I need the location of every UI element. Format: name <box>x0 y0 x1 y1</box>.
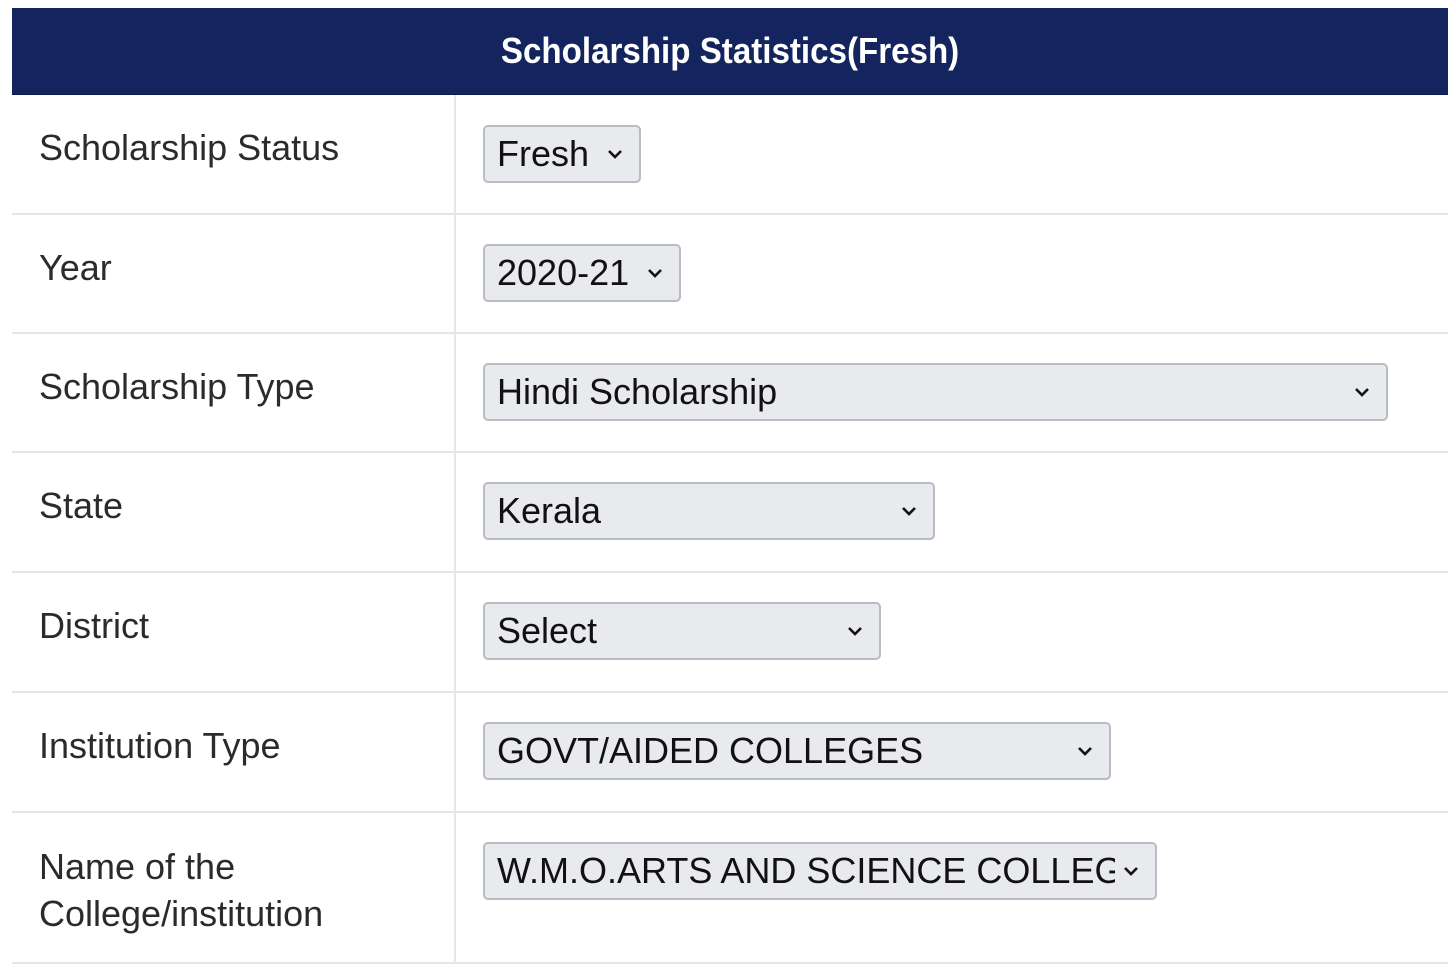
chevron-down-icon <box>1075 744 1095 758</box>
field-label: State <box>12 453 456 571</box>
form-row-district: District Select <box>12 573 1448 693</box>
field-label: Institution Type <box>12 693 456 811</box>
scholarship-statistics-form: Scholarship Statistics(Fresh) Scholarshi… <box>12 8 1448 966</box>
scholarship-status-select[interactable]: Fresh <box>483 125 641 183</box>
form-row-scholarship-status: Scholarship Status Fresh <box>12 95 1448 215</box>
scholarship-type-select[interactable]: Hindi Scholarship <box>483 363 1388 421</box>
institution-type-select[interactable]: GOVT/AIDED COLLEGES <box>483 722 1111 780</box>
select-value: W.M.O.ARTS AND SCIENCE COLLEGE <box>497 850 1115 891</box>
select-value: GOVT/AIDED COLLEGES <box>497 730 924 771</box>
district-select[interactable]: Select <box>483 602 881 660</box>
chevron-down-icon <box>845 624 865 638</box>
select-value: Hindi Scholarship <box>497 371 778 412</box>
form-row-state: State Kerala <box>12 453 1448 573</box>
select-value: Select <box>497 610 598 651</box>
field-label: Scholarship Type <box>12 334 456 451</box>
field-label: Year <box>12 215 456 332</box>
college-name-select[interactable]: W.M.O.ARTS AND SCIENCE COLLEGE <box>483 842 1157 900</box>
chevron-down-icon <box>645 266 665 280</box>
chevron-down-icon <box>899 504 919 518</box>
select-value: 2020-21 <box>497 252 630 293</box>
form-row-scholarship-type: Scholarship Type Hindi Scholarship <box>12 334 1448 453</box>
chevron-down-icon <box>1121 864 1141 878</box>
form-row-college-name: Name of the College/institution W.M.O.AR… <box>12 813 1448 964</box>
form-row-institution-type: Institution Type GOVT/AIDED COLLEGES <box>12 693 1448 813</box>
field-label: Name of the College/institution <box>12 813 456 962</box>
field-label: District <box>12 573 456 691</box>
year-select[interactable]: 2020-21 <box>483 244 681 302</box>
select-value: Kerala <box>497 490 602 531</box>
form-row-year: Year 2020-21 <box>12 215 1448 334</box>
chevron-down-icon <box>605 147 625 161</box>
page-title: Scholarship Statistics(Fresh) <box>500 30 960 71</box>
state-select[interactable]: Kerala <box>483 482 935 540</box>
field-label: Scholarship Status <box>12 95 456 213</box>
chevron-down-icon <box>1352 385 1372 399</box>
page-title-bar: Scholarship Statistics(Fresh) <box>12 8 1448 95</box>
select-value: Fresh <box>497 133 590 174</box>
